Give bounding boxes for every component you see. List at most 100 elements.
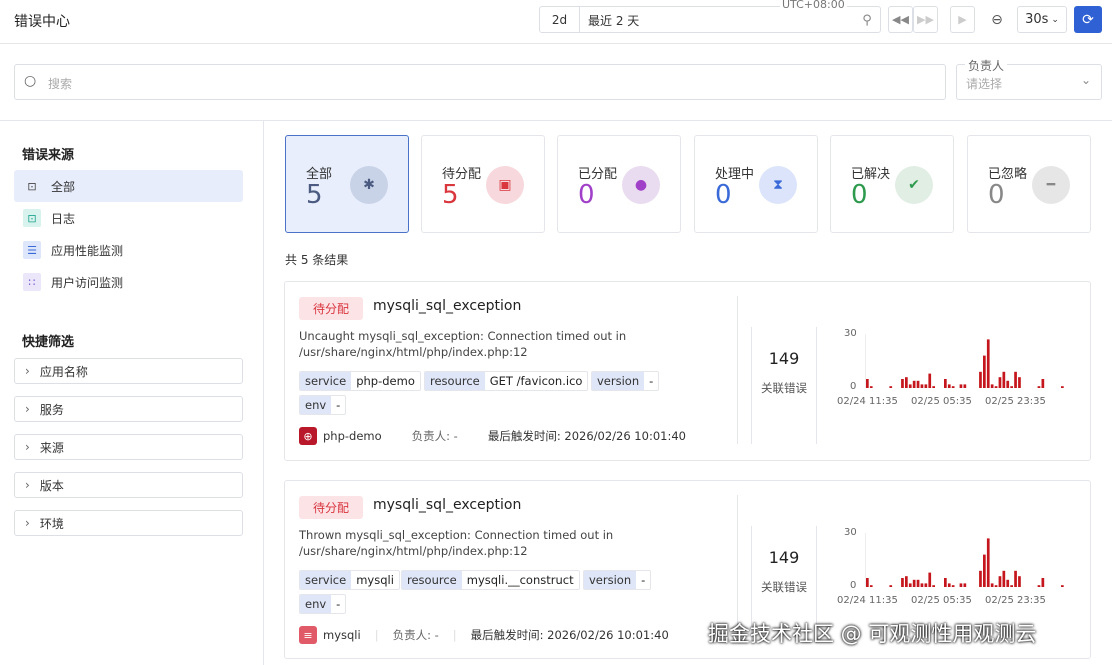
- tag-key: resource: [425, 372, 485, 390]
- pin-icon[interactable]: ⚲: [858, 11, 876, 29]
- refresh-button[interactable]: ⟳: [1074, 6, 1102, 33]
- bar: [924, 384, 928, 388]
- bar: [932, 585, 935, 587]
- status-badge: 待分配: [299, 496, 364, 519]
- owner-placeholder: 请选择: [966, 77, 1003, 91]
- tag-key: version: [592, 372, 645, 390]
- refresh-interval-select[interactable]: 30s ⌄: [1017, 6, 1067, 33]
- check-icon: ✔: [895, 166, 933, 204]
- bar: [986, 339, 990, 388]
- owner: 负责人: -: [392, 628, 439, 642]
- bar: [869, 386, 873, 388]
- error-trend-chart: [865, 533, 1064, 587]
- bar: [928, 572, 932, 587]
- bar: [994, 585, 998, 587]
- rewind-button[interactable]: ◀◀: [888, 6, 913, 33]
- service-name[interactable]: php-demo: [323, 429, 382, 443]
- tag-version[interactable]: version -: [583, 570, 652, 590]
- filter-version[interactable]: › 版本: [14, 472, 243, 498]
- issue-title[interactable]: mysqli_sql_exception: [373, 298, 521, 314]
- search-doc-icon: ⊡: [27, 179, 37, 193]
- inbox-icon: ▣: [486, 166, 524, 204]
- play-button[interactable]: ▶: [950, 6, 975, 33]
- bar: [916, 380, 920, 388]
- sidebar-item-log[interactable]: ⊡ 日志: [14, 202, 243, 234]
- bar: [912, 380, 916, 388]
- chevron-right-icon: ›: [25, 440, 30, 454]
- bar: [1041, 578, 1045, 587]
- filter-label: 版本: [39, 478, 64, 493]
- error-trend-chart: [865, 334, 1064, 388]
- status-count: 0: [988, 180, 1005, 210]
- sidebar-item-all[interactable]: ⊡ 全部: [14, 170, 243, 202]
- y-tick: 0: [850, 381, 857, 392]
- y-tick: 0: [850, 580, 857, 591]
- range-short[interactable]: 2d: [540, 7, 580, 32]
- issue-title[interactable]: mysqli_sql_exception: [373, 497, 521, 513]
- tag-service[interactable]: service mysqli: [299, 570, 400, 590]
- status-card-5[interactable]: 已忽略 0 ━: [967, 135, 1091, 233]
- bug-icon: ✱: [350, 166, 388, 204]
- bar: [963, 583, 967, 587]
- tag-env[interactable]: env -: [299, 395, 347, 415]
- status-card-4[interactable]: 已解决 0 ✔: [830, 135, 954, 233]
- tag-key: service: [300, 571, 352, 589]
- tag-value: mysqli: [356, 573, 394, 587]
- filter-env[interactable]: › 环境: [14, 510, 243, 536]
- x-tick: 02/25 05:35: [911, 396, 972, 407]
- bar: [1014, 371, 1017, 388]
- sidebar-item-label: 日志: [51, 211, 76, 226]
- divider: [737, 296, 738, 444]
- filter-label: 环境: [39, 516, 64, 531]
- refresh-interval: 30s: [1025, 12, 1049, 27]
- tag-key: resource: [402, 571, 462, 589]
- bar: [998, 576, 1002, 587]
- bar: [920, 384, 924, 388]
- bar: [905, 576, 908, 587]
- status-card-1[interactable]: 待分配 5 ▣: [421, 135, 545, 233]
- filter-source[interactable]: › 来源: [14, 434, 243, 460]
- tag-value: -: [336, 597, 341, 611]
- service-name[interactable]: mysqli: [323, 628, 361, 642]
- sidebar-item-rum[interactable]: ∷ 用户访问监测: [14, 266, 243, 298]
- tag-env[interactable]: env -: [299, 594, 347, 614]
- zoom-out-icon[interactable]: ⊖: [985, 6, 1009, 33]
- filter-app-name[interactable]: › 应用名称: [14, 358, 243, 384]
- tag-version[interactable]: version -: [591, 371, 660, 391]
- search-input[interactable]: ○ 搜索: [14, 64, 946, 100]
- tag-value: -: [336, 398, 341, 412]
- status-count: 0: [715, 180, 732, 210]
- chevron-right-icon: ›: [25, 364, 30, 378]
- sidebar: 错误来源 ⊡ 全部 ⊡ 日志 ☰ 应用性能监测 ∷ 用户访问监测 快捷筛选 › 应用名称 …: [0, 121, 264, 665]
- bar: [924, 583, 928, 587]
- tag-service[interactable]: service php-demo: [299, 371, 421, 391]
- status-card-3[interactable]: 处理中 0 ⧗: [694, 135, 818, 233]
- bar: [1037, 386, 1041, 388]
- status-card-2[interactable]: 已分配 0 ●: [557, 135, 681, 233]
- owner-label: 负责人: [965, 57, 1008, 74]
- bar: [1002, 570, 1006, 587]
- status-count: 0: [851, 180, 868, 210]
- bar: [1010, 386, 1013, 388]
- tag-resource[interactable]: resource GET /favicon.ico: [424, 371, 589, 391]
- result-summary: 共 5 条结果: [285, 253, 349, 267]
- bar: [928, 373, 932, 388]
- issue-card[interactable]: 待分配 mysqli_sql_exception Uncaught mysqli…: [284, 281, 1091, 461]
- filter-service[interactable]: › 服务: [14, 396, 243, 422]
- status-count: 5: [442, 180, 459, 210]
- bar: [1037, 585, 1041, 587]
- chevron-down-icon: ⌄: [1081, 73, 1092, 87]
- status-card-0[interactable]: 全部 5 ✱: [285, 135, 409, 233]
- sidebar-item-label: 全部: [51, 179, 76, 194]
- owner-select[interactable]: 负责人 请选择 ⌄: [956, 57, 1102, 100]
- owner: 负责人: -: [411, 429, 458, 443]
- page-title: 错误中心: [14, 14, 70, 30]
- tag-resource[interactable]: resource mysqli.__construct: [401, 570, 580, 590]
- x-tick: 02/24 11:35: [837, 396, 898, 407]
- forward-button[interactable]: ▶▶: [913, 6, 938, 33]
- apm-icon: ☰: [23, 241, 41, 259]
- related-error-count: 149: [768, 548, 800, 567]
- sidebar-item-apm[interactable]: ☰ 应用性能监测: [14, 234, 243, 266]
- bar: [994, 386, 998, 388]
- bar: [889, 585, 893, 587]
